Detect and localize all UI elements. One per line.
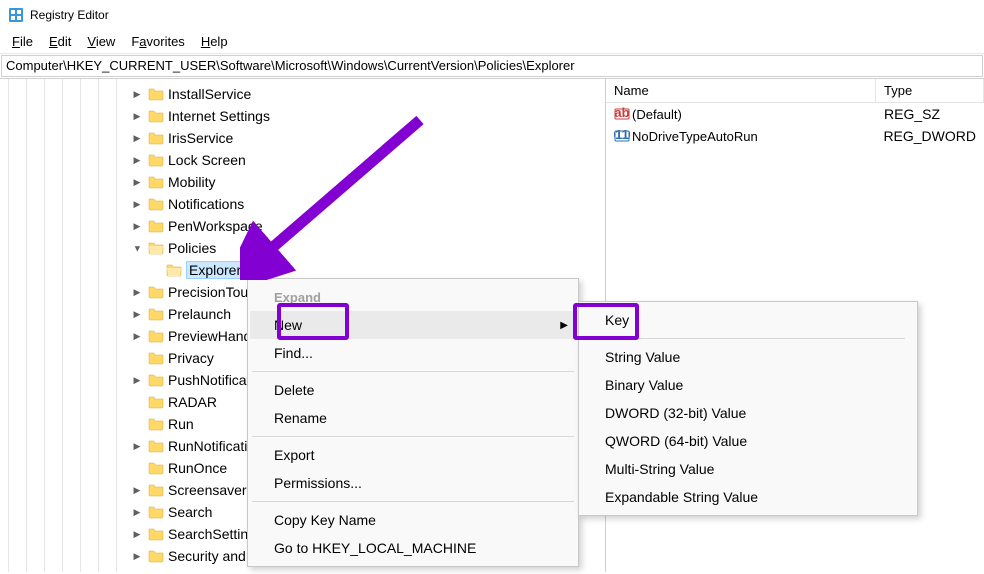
expand-toggle-icon[interactable]: ▼	[130, 241, 144, 255]
expand-toggle-icon[interactable]: ▶	[130, 549, 144, 563]
svg-text:ab: ab	[614, 106, 629, 120]
regedit-icon	[8, 7, 24, 23]
tree-item-internet-settings[interactable]: ▶Internet Settings	[0, 105, 605, 127]
menu-separator	[252, 436, 574, 437]
title-bar: Registry Editor	[0, 0, 984, 30]
expand-toggle-icon	[148, 263, 162, 277]
expand-toggle-icon[interactable]: ▶	[130, 527, 144, 541]
list-header[interactable]: Name Type	[606, 79, 984, 103]
expand-toggle-icon[interactable]: ▶	[130, 439, 144, 453]
svg-text:0110: 0110	[614, 128, 630, 142]
value-row[interactable]: ab(Default) REG_SZ	[606, 103, 984, 125]
context-submenu-new[interactable]: Key String ValueBinary ValueDWORD (32-bit…	[578, 301, 918, 516]
expand-toggle-icon[interactable]: ▶	[130, 131, 144, 145]
menu-help[interactable]: Help	[193, 32, 236, 51]
menu-item-binary-value[interactable]: Binary Value	[581, 371, 915, 399]
context-menu[interactable]: ExpandNew▶Find... DeleteRename ExportPermi…	[247, 278, 579, 567]
expand-toggle-icon	[130, 461, 144, 475]
menu-item-find[interactable]: Find...	[250, 339, 576, 367]
value-type: REG_DWORD	[875, 127, 984, 145]
menu-separator	[252, 371, 574, 372]
menu-item-copy-key-name[interactable]: Copy Key Name	[250, 506, 576, 534]
tree-item-installservice[interactable]: ▶InstallService	[0, 83, 605, 105]
expand-toggle-icon[interactable]: ▶	[130, 175, 144, 189]
expand-toggle-icon	[130, 351, 144, 365]
tree-item-irisservice[interactable]: ▶IrisService	[0, 127, 605, 149]
expand-toggle-icon	[130, 395, 144, 409]
value-name: NoDriveTypeAutoRun	[632, 129, 758, 144]
tree-item-penworkspace[interactable]: ▶PenWorkspace	[0, 215, 605, 237]
column-header-name[interactable]: Name	[606, 79, 876, 102]
expand-toggle-icon[interactable]: ▶	[130, 329, 144, 343]
menu-edit[interactable]: Edit	[41, 32, 79, 51]
menu-item-rename[interactable]: Rename	[250, 404, 576, 432]
column-header-type[interactable]: Type	[876, 79, 984, 102]
menu-item-permissions[interactable]: Permissions...	[250, 469, 576, 497]
menu-item-delete[interactable]: Delete	[250, 376, 576, 404]
menu-file[interactable]: File	[4, 32, 41, 51]
menu-item-expandable-string-value[interactable]: Expandable String Value	[581, 483, 915, 511]
menu-item-go-to-hkey-local-machine[interactable]: Go to HKEY_LOCAL_MACHINE	[250, 534, 576, 562]
expand-toggle-icon[interactable]: ▶	[130, 285, 144, 299]
menu-separator	[252, 501, 574, 502]
menu-item-multi-string-value[interactable]: Multi-String Value	[581, 455, 915, 483]
expand-toggle-icon[interactable]: ▶	[130, 87, 144, 101]
expand-toggle-icon[interactable]: ▶	[130, 307, 144, 321]
menu-item-expand: Expand	[250, 283, 576, 311]
menu-bar: FileEditViewFavoritesHelp	[0, 30, 984, 54]
menu-item-string-value[interactable]: String Value	[581, 343, 915, 371]
value-row[interactable]: 0110NoDriveTypeAutoRun REG_DWORD	[606, 125, 984, 147]
window-title: Registry Editor	[30, 8, 109, 22]
expand-toggle-icon[interactable]: ▶	[130, 373, 144, 387]
value-type: REG_SZ	[876, 105, 984, 123]
expand-toggle-icon[interactable]: ▶	[130, 505, 144, 519]
tree-item-mobility[interactable]: ▶Mobility	[0, 171, 605, 193]
expand-toggle-icon[interactable]: ▶	[130, 153, 144, 167]
tree-item-lock-screen[interactable]: ▶Lock Screen	[0, 149, 605, 171]
menu-item-key[interactable]: Key	[581, 306, 915, 334]
expand-toggle-icon[interactable]: ▶	[130, 483, 144, 497]
tree-item-policies[interactable]: ▼Policies	[0, 237, 605, 259]
tree-item-notifications[interactable]: ▶Notifications	[0, 193, 605, 215]
menu-item-qword-64-bit-value[interactable]: QWORD (64-bit) Value	[581, 427, 915, 455]
menu-item-export[interactable]: Export	[250, 441, 576, 469]
expand-toggle-icon[interactable]: ▶	[130, 109, 144, 123]
address-bar[interactable]: Computer\HKEY_CURRENT_USER\Software\Micr…	[1, 55, 983, 77]
menu-item-dword-32-bit-value[interactable]: DWORD (32-bit) Value	[581, 399, 915, 427]
value-name: (Default)	[632, 107, 682, 122]
expand-toggle-icon[interactable]: ▶	[130, 219, 144, 233]
menu-item-new[interactable]: New▶	[250, 311, 576, 339]
menu-favorites[interactable]: Favorites	[123, 32, 192, 51]
submenu-arrow-icon: ▶	[560, 320, 568, 331]
expand-toggle-icon[interactable]: ▶	[130, 197, 144, 211]
expand-toggle-icon	[130, 417, 144, 431]
menu-separator	[591, 338, 905, 339]
menu-view[interactable]: View	[79, 32, 123, 51]
